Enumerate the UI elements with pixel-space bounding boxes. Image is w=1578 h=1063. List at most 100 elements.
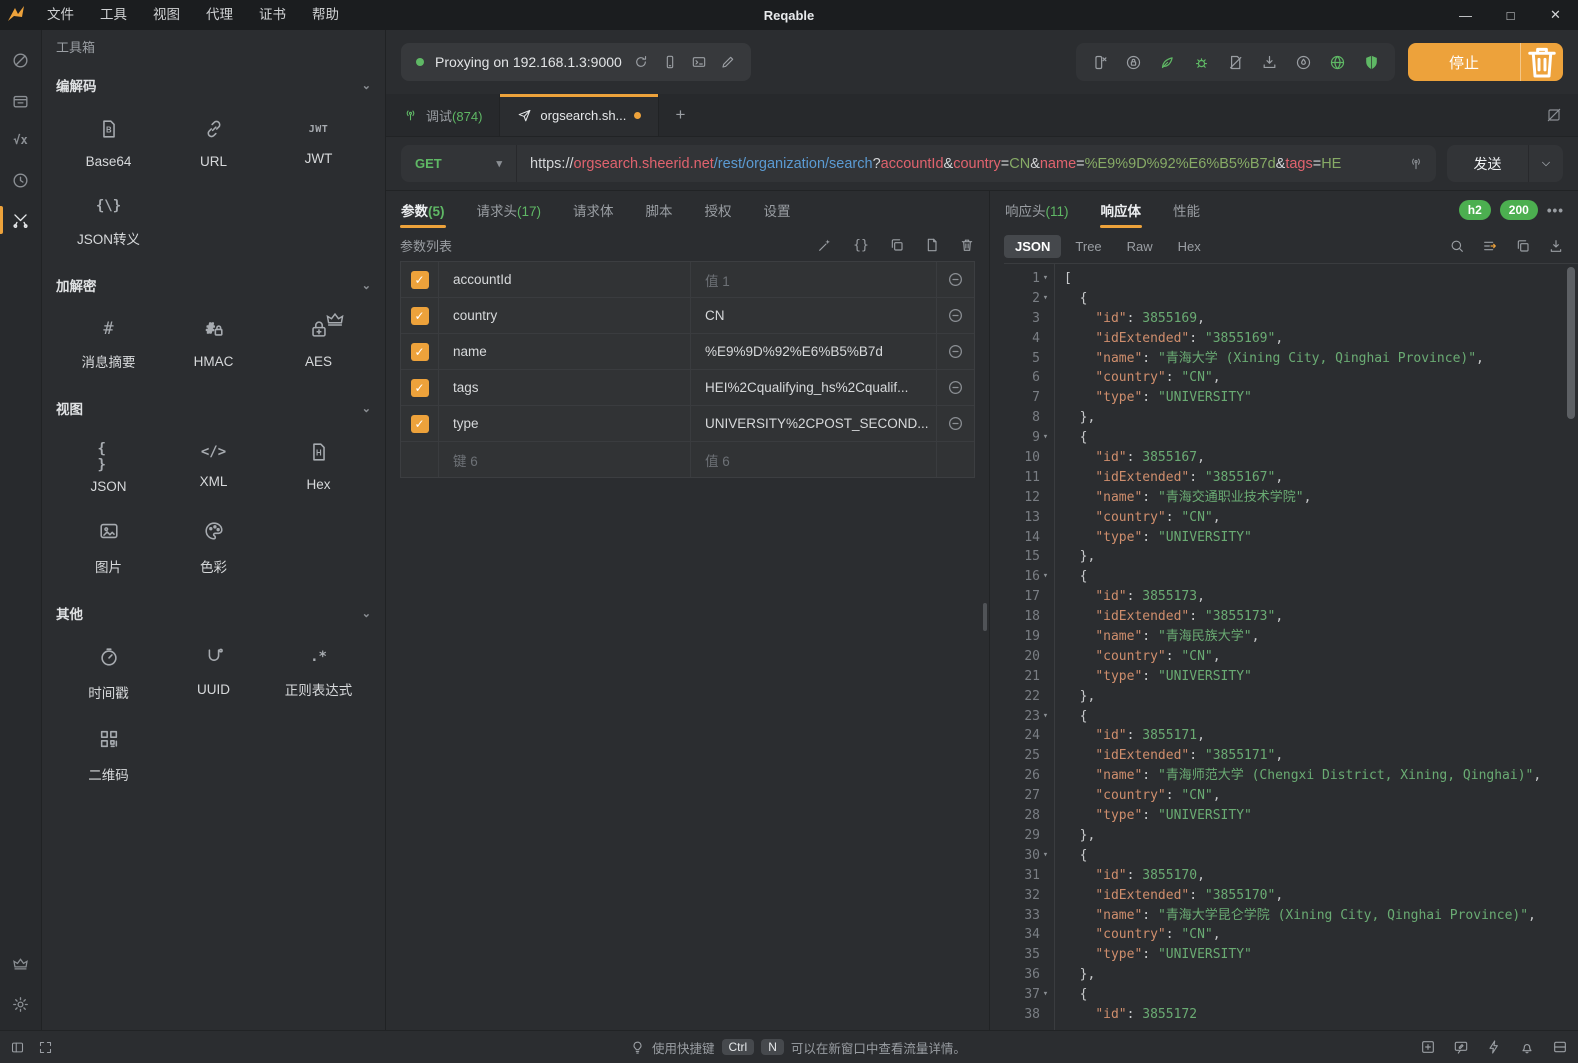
tool-Base64[interactable]: B Base64	[56, 118, 161, 169]
param-checkbox[interactable]: ✓	[401, 406, 438, 441]
view-tab-Raw[interactable]: Raw	[1116, 235, 1164, 258]
tool-JWT[interactable]: JWT JWT	[266, 118, 371, 169]
request-tab-请求头[interactable]: 请求头(17)	[476, 191, 543, 229]
magic-wand-icon[interactable]	[817, 237, 833, 253]
menu-帮助[interactable]: 帮助	[299, 0, 352, 30]
param-value[interactable]: 值 1	[690, 262, 936, 297]
view-tab-JSON[interactable]: JSON	[1004, 235, 1061, 258]
split-layout-icon[interactable]	[1552, 1039, 1568, 1055]
tool-AES[interactable]: AES	[266, 318, 371, 371]
request-tab-授权[interactable]: 授权	[704, 191, 733, 229]
param-checkbox[interactable]: ✓	[401, 334, 438, 369]
notifications-bell-icon[interactable]	[1519, 1039, 1535, 1055]
maximize-button[interactable]: □	[1488, 0, 1533, 30]
toolbox-section-header[interactable]: 编解码⌄	[56, 70, 371, 100]
toggle-sidebar-icon[interactable]	[10, 1040, 25, 1055]
install-cert-icon[interactable]	[1261, 54, 1278, 71]
tool-URL[interactable]: URL	[161, 118, 266, 169]
toolbox-section-header[interactable]: 视图⌄	[56, 393, 371, 423]
view-tab-Tree[interactable]: Tree	[1064, 235, 1112, 258]
rail-item-upgrade-crown[interactable]	[0, 944, 41, 984]
rail-item-history[interactable]	[0, 160, 41, 200]
tool-消息摘要[interactable]: # 消息摘要	[56, 318, 161, 371]
drop-icon[interactable]	[1295, 54, 1312, 71]
terminal-icon[interactable]	[691, 54, 707, 70]
param-value-input[interactable]: 值 6	[690, 442, 936, 477]
menu-证书[interactable]: 证书	[246, 0, 299, 30]
release-notes-icon[interactable]	[1420, 1039, 1436, 1055]
rail-item-traffic[interactable]	[0, 40, 41, 80]
braces-view-icon[interactable]: {}	[852, 237, 870, 253]
search-icon[interactable]	[1449, 238, 1465, 254]
tool-正则表达式[interactable]: .* 正则表达式	[266, 646, 371, 702]
tool-UUID[interactable]: UUID	[161, 646, 266, 702]
tool-二维码[interactable]: 二维码	[56, 728, 161, 784]
tool-Hex[interactable]: H Hex	[266, 441, 371, 494]
fullscreen-icon[interactable]	[38, 1040, 53, 1055]
stop-button[interactable]: 停止	[1408, 43, 1563, 81]
tool-色彩[interactable]: 色彩	[161, 520, 266, 576]
feedback-icon[interactable]	[1453, 1039, 1469, 1055]
tool-JSON转义[interactable]: {\} JSON转义	[56, 195, 161, 248]
param-checkbox[interactable]: ✓	[401, 298, 438, 333]
param-key[interactable]: country	[438, 298, 690, 333]
capture-signal-icon[interactable]	[1408, 156, 1436, 172]
toolbox-section-header[interactable]: 其他⌄	[56, 598, 371, 628]
send-options-chevron-icon[interactable]	[1529, 158, 1563, 170]
param-value[interactable]: UNIVERSITY%2CPOST_SECOND...	[690, 406, 936, 441]
rail-item-toolbox[interactable]	[0, 200, 41, 240]
download-icon[interactable]	[1548, 238, 1564, 254]
response-tab-性能[interactable]: 性能	[1172, 191, 1201, 229]
view-tab-Hex[interactable]: Hex	[1167, 235, 1212, 258]
remove-param-icon[interactable]	[936, 298, 974, 333]
doc-slash-icon[interactable]	[1227, 54, 1244, 71]
param-value[interactable]: HEI%2Cqualifying_hs%2Cqualif...	[690, 370, 936, 405]
pen-icon[interactable]	[1159, 54, 1176, 71]
response-tab-响应体[interactable]: 响应体	[1100, 191, 1143, 229]
remove-param-icon[interactable]	[936, 370, 974, 405]
tool-时间戳[interactable]: 时间戳	[56, 646, 161, 702]
rail-item-formula[interactable]: √x	[0, 120, 41, 160]
remove-param-icon[interactable]	[936, 262, 974, 297]
menu-工具[interactable]: 工具	[87, 0, 140, 30]
more-options-icon[interactable]: •••	[1547, 203, 1564, 218]
network-globe-icon[interactable]	[1329, 54, 1346, 71]
rail-item-collections[interactable]	[0, 80, 41, 120]
response-tab-响应头[interactable]: 响应头(11)	[1004, 191, 1070, 229]
url-input[interactable]: https://orgsearch.sheerid.net/rest/organ…	[517, 156, 1408, 172]
tool-图片[interactable]: 图片	[56, 520, 161, 576]
tab-debug[interactable]: 调试(874)	[386, 94, 500, 136]
pencil-icon[interactable]	[720, 54, 736, 70]
request-tab-请求体[interactable]: 请求体	[572, 191, 615, 229]
send-button[interactable]: 发送	[1447, 145, 1563, 182]
copy-icon[interactable]	[889, 237, 905, 253]
param-checkbox[interactable]: ✓	[401, 370, 438, 405]
request-tab-脚本[interactable]: 脚本	[645, 191, 674, 229]
clear-trash-icon[interactable]	[1521, 43, 1563, 81]
tool-XML[interactable]: </> XML	[161, 441, 266, 494]
request-tab-设置[interactable]: 设置	[763, 191, 792, 229]
proxy-status-pill[interactable]: Proxying on 192.168.1.3:9000	[401, 43, 751, 81]
tool-JSON[interactable]: { } JSON	[56, 441, 161, 494]
param-value[interactable]: CN	[690, 298, 936, 333]
tool-HMAC[interactable]: # HMAC	[161, 318, 266, 371]
remove-param-icon[interactable]	[936, 334, 974, 369]
device-x-icon[interactable]	[1091, 54, 1108, 71]
delete-all-icon[interactable]	[959, 237, 975, 253]
tab-orgsearch-session[interactable]: orgsearch.sh...	[500, 94, 659, 136]
param-value[interactable]: %E9%9D%92%E6%B5%B7d	[690, 334, 936, 369]
remove-param-icon[interactable]	[936, 406, 974, 441]
bug-icon[interactable]	[1193, 54, 1210, 71]
param-key[interactable]: tags	[438, 370, 690, 405]
param-key-input[interactable]: 键 6	[438, 442, 690, 477]
menu-视图[interactable]: 视图	[140, 0, 193, 30]
param-key[interactable]: accountId	[438, 262, 690, 297]
menu-代理[interactable]: 代理	[193, 0, 246, 30]
new-tab-button[interactable]: +	[659, 94, 701, 136]
param-key[interactable]: name	[438, 334, 690, 369]
request-tab-参数[interactable]: 参数(5)	[400, 191, 446, 229]
minimize-button[interactable]: —	[1443, 0, 1488, 30]
close-button[interactable]: ✕	[1533, 0, 1578, 30]
method-dropdown[interactable]: GET ▾	[401, 145, 517, 182]
toolbox-section-header[interactable]: 加解密⌄	[56, 270, 371, 300]
